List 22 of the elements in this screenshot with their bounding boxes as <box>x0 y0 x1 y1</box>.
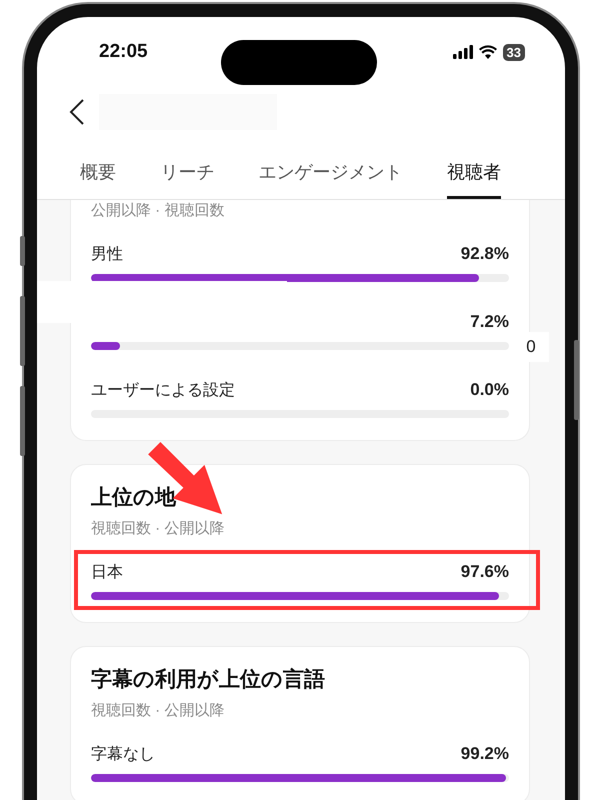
card-subtitle: 視聴回数 · 公開以降 <box>91 701 226 721</box>
battery-level: 33 <box>502 44 525 60</box>
row-label: ユーザーによる設定 <box>91 380 235 400</box>
tab[interactable]: エンゲージメント <box>258 153 403 199</box>
back-icon[interactable] <box>69 98 85 126</box>
percent-value: 0.0% <box>470 380 509 400</box>
row-label: 男性 <box>91 244 123 264</box>
card-subtitle: 視聴回数 · 公開以降 <box>91 519 226 539</box>
row-label: 日本 <box>91 562 123 582</box>
tab[interactable]: 概要 <box>80 153 116 199</box>
status-time: 22:05 <box>99 41 148 63</box>
tab[interactable]: リーチ <box>160 153 214 199</box>
percent-value: 7.2% <box>470 312 509 332</box>
signal-icon <box>452 45 473 59</box>
card-title: 上位の地 <box>91 485 178 511</box>
wifi-icon <box>478 45 497 59</box>
percent-value: 97.6% <box>460 562 509 582</box>
card-title: 字幕の利用が上位の言語 <box>91 666 326 693</box>
card-subtitle: 公開以降 · 視聴回数 <box>91 201 226 221</box>
percent-value: 92.8% <box>460 244 509 264</box>
row-label: 字幕なし <box>91 744 155 764</box>
percent-value: 99.2% <box>460 744 509 764</box>
